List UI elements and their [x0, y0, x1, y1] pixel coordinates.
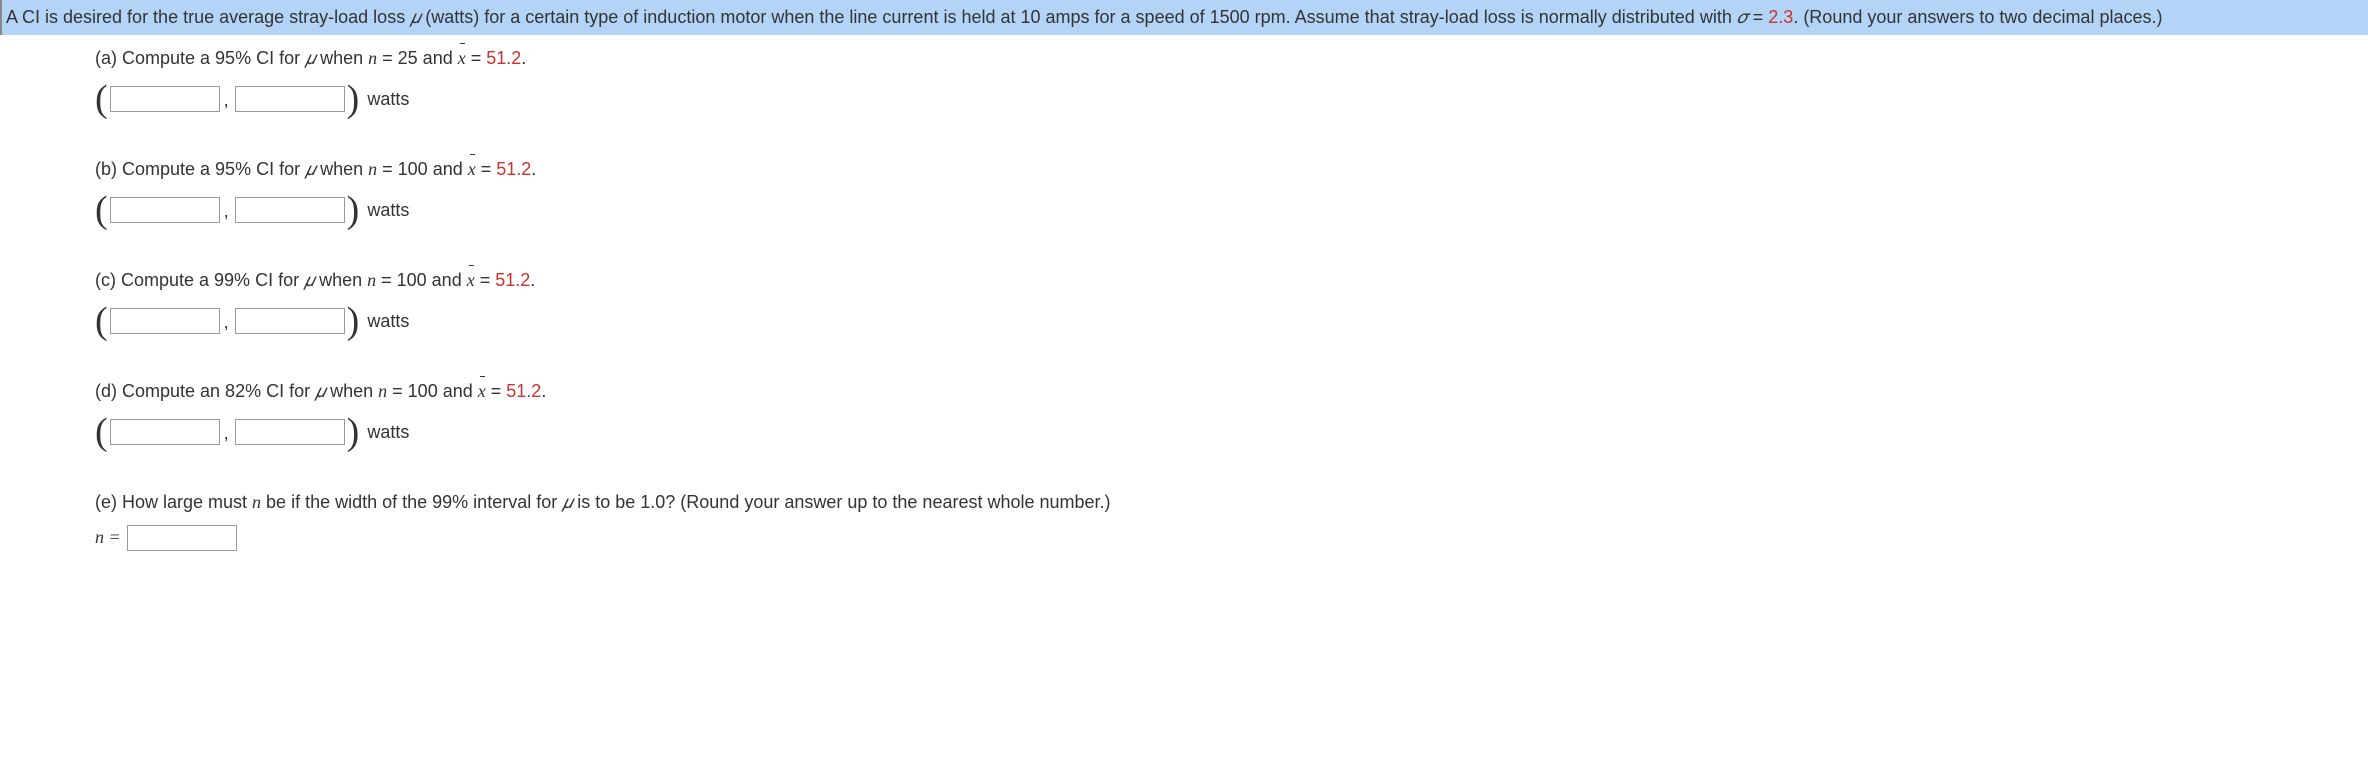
xbar-value: 51.2 [486, 48, 521, 68]
mu-symbol: 𝜇 [562, 492, 572, 512]
xbar-symbol: x [468, 156, 476, 183]
part-e-label: (e) How large must [95, 492, 252, 512]
part-d-when: when [325, 381, 378, 401]
units-label: watts [367, 419, 409, 446]
part-d: (d) Compute an 82% CI for 𝜇 when n = 100… [95, 378, 2368, 451]
intro-text-2: (watts) for a certain type of induction … [420, 7, 1737, 27]
part-a-prompt: (a) Compute a 95% CI for 𝜇 when n = 25 a… [95, 45, 2368, 72]
part-e-answer-row: n = [95, 524, 2368, 551]
part-b-label: (b) Compute a 95% CI for [95, 159, 305, 179]
xbar-value: 51.2 [506, 381, 541, 401]
part-d-neq: = 100 and [387, 381, 478, 401]
close-paren: ) [347, 302, 360, 340]
comma: , [224, 87, 229, 118]
part-b-lower-input[interactable] [110, 197, 220, 223]
n-var: n [367, 270, 376, 290]
part-c-prompt: (c) Compute a 99% CI for 𝜇 when n = 100 … [95, 267, 2368, 294]
part-c: (c) Compute a 99% CI for 𝜇 when n = 100 … [95, 267, 2368, 340]
units-label: watts [367, 308, 409, 335]
part-c-answer-row: ( , ) watts [95, 302, 2368, 340]
part-b-neq: = 100 and [377, 159, 468, 179]
open-paren: ( [95, 191, 108, 229]
part-c-xeq: = [475, 270, 496, 290]
part-a-answer-row: ( , ) watts [95, 80, 2368, 118]
units-label: watts [367, 86, 409, 113]
part-b-xeq: = [476, 159, 497, 179]
xbar-value: 51.2 [495, 270, 530, 290]
n-var: n [252, 492, 261, 512]
part-e-mid: be if the width of the 99% interval for [261, 492, 562, 512]
xbar-value: 51.2 [496, 159, 531, 179]
part-d-lower-input[interactable] [110, 419, 220, 445]
part-b-period: . [531, 159, 536, 179]
part-a-lower-input[interactable] [110, 86, 220, 112]
part-d-upper-input[interactable] [235, 419, 345, 445]
part-a-upper-input[interactable] [235, 86, 345, 112]
part-c-upper-input[interactable] [235, 308, 345, 334]
close-paren: ) [347, 80, 360, 118]
part-b-prompt: (b) Compute a 95% CI for 𝜇 when n = 100 … [95, 156, 2368, 183]
open-paren: ( [95, 302, 108, 340]
mu-symbol: 𝜇 [410, 7, 420, 27]
part-a-neq: = 25 and [377, 48, 458, 68]
part-b-when: when [315, 159, 368, 179]
xbar-symbol: x [467, 267, 475, 294]
comma: , [224, 309, 229, 340]
close-paren: ) [347, 191, 360, 229]
mu-symbol: 𝜇 [305, 159, 315, 179]
mu-symbol: 𝜇 [305, 48, 315, 68]
part-b-upper-input[interactable] [235, 197, 345, 223]
mu-symbol: 𝜇 [304, 270, 314, 290]
part-c-when: when [314, 270, 367, 290]
part-e-prompt: (e) How large must n be if the width of … [95, 489, 2368, 516]
open-paren: ( [95, 80, 108, 118]
part-c-period: . [530, 270, 535, 290]
n-var: n [368, 48, 377, 68]
part-e: (e) How large must n be if the width of … [95, 489, 2368, 551]
sigma-value: 2.3 [1768, 7, 1793, 27]
part-b-answer-row: ( , ) watts [95, 191, 2368, 229]
open-paren: ( [95, 413, 108, 451]
part-d-period: . [541, 381, 546, 401]
part-c-neq: = 100 and [376, 270, 467, 290]
n-equals-label: n = [95, 524, 121, 551]
part-a-when: when [315, 48, 368, 68]
part-d-prompt: (d) Compute an 82% CI for 𝜇 when n = 100… [95, 378, 2368, 405]
part-d-xeq: = [486, 381, 507, 401]
part-d-answer-row: ( , ) watts [95, 413, 2368, 451]
part-e-input[interactable] [127, 525, 237, 551]
problem-intro: A CI is desired for the true average str… [0, 0, 2368, 35]
part-a-label: (a) Compute a 95% CI for [95, 48, 305, 68]
intro-eq: = [1748, 7, 1769, 27]
part-c-lower-input[interactable] [110, 308, 220, 334]
comma: , [224, 198, 229, 229]
intro-text-1: A CI is desired for the true average str… [6, 7, 410, 27]
n-var: n [378, 381, 387, 401]
part-a: (a) Compute a 95% CI for 𝜇 when n = 25 a… [95, 45, 2368, 118]
mu-symbol: 𝜇 [315, 381, 325, 401]
part-a-xeq: = [466, 48, 487, 68]
comma: , [224, 420, 229, 451]
part-e-end: is to be 1.0? (Round your answer up to t… [572, 492, 1110, 512]
part-a-period: . [521, 48, 526, 68]
xbar-symbol: x [478, 378, 486, 405]
part-d-label: (d) Compute an 82% CI for [95, 381, 315, 401]
units-label: watts [367, 197, 409, 224]
part-c-label: (c) Compute a 99% CI for [95, 270, 304, 290]
xbar-symbol: x [458, 45, 466, 72]
close-paren: ) [347, 413, 360, 451]
intro-text-3: . (Round your answers to two decimal pla… [1793, 7, 2162, 27]
sigma-symbol: 𝜎 [1737, 7, 1748, 27]
part-b: (b) Compute a 95% CI for 𝜇 when n = 100 … [95, 156, 2368, 229]
n-var: n [368, 159, 377, 179]
